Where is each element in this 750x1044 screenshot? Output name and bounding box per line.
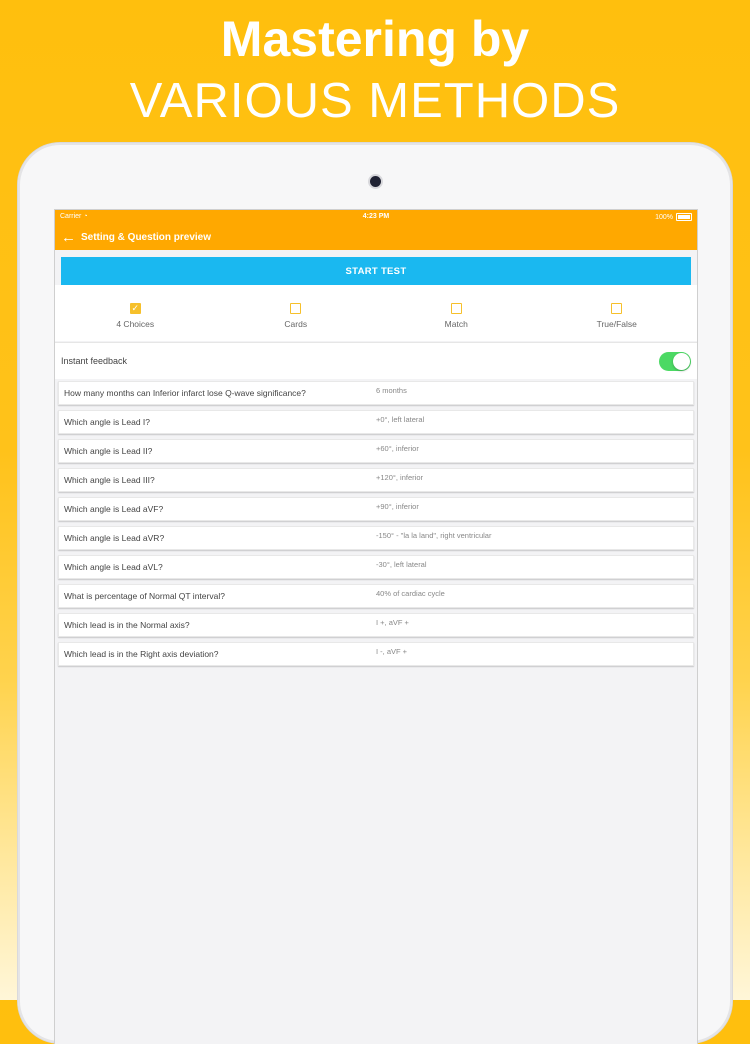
answer-text: I -, aVF +	[376, 647, 408, 656]
tablet-frame: Carrier ◔ 4:23 PM 100% ← Setting & Quest…	[18, 143, 732, 1044]
answer-text: I +, aVF +	[376, 618, 409, 627]
answer-text: +90°, inferior	[376, 502, 419, 511]
question-row[interactable]: Which angle is Lead III? +120°, inferior	[58, 468, 694, 492]
question-row[interactable]: Which lead is in the Right axis deviatio…	[58, 642, 694, 666]
checkbox-icon[interactable]	[611, 303, 623, 314]
checkbox-icon[interactable]	[290, 303, 302, 314]
question-text: Which angle is Lead aVF?	[64, 504, 164, 514]
answer-text: -150° - "la la land", right ventricular	[376, 531, 492, 540]
mode-4-choices[interactable]: ✓ 4 Choices	[55, 285, 216, 341]
question-text: Which angle is Lead II?	[64, 446, 153, 456]
question-text: Which lead is in the Normal axis?	[64, 620, 190, 630]
question-text: Which angle is Lead aVL?	[64, 562, 163, 572]
mode-cards[interactable]: Cards	[216, 285, 377, 341]
checkbox-icon[interactable]	[450, 303, 462, 314]
instant-feedback-toggle[interactable]	[659, 351, 691, 371]
question-text: What is percentage of Normal QT interval…	[64, 591, 225, 601]
start-test-button[interactable]: START TEST	[61, 257, 691, 285]
status-bar: Carrier ◔ 4:23 PM 100%	[55, 210, 697, 224]
question-row[interactable]: How many months can Inferior infarct los…	[58, 381, 694, 405]
question-row[interactable]: What is percentage of Normal QT interval…	[58, 584, 694, 608]
nav-bar: ← Setting & Question preview	[55, 224, 697, 250]
battery-icon	[676, 213, 692, 221]
mode-true-false[interactable]: True/False	[537, 285, 698, 341]
status-time: 4:23 PM	[362, 213, 390, 220]
answer-text: -30°, left lateral	[376, 560, 427, 569]
headline-line-2: VARIOUS METHODS	[129, 74, 621, 128]
question-row[interactable]: Which angle is Lead aVF? +90°, inferior	[58, 497, 694, 521]
question-text: Which angle is Lead III?	[64, 475, 155, 485]
question-text: Which angle is Lead aVR?	[64, 533, 165, 543]
answer-text: +0°, left lateral	[376, 415, 425, 424]
question-row[interactable]: Which angle is Lead aVR? -150° - "la la l…	[58, 526, 694, 550]
mode-match[interactable]: Match	[376, 285, 537, 341]
toggle-knob	[673, 352, 690, 370]
nav-title: Setting & Question preview	[81, 231, 212, 243]
question-row[interactable]: Which angle is Lead aVL? -30°, left later…	[58, 555, 694, 579]
app-screen: Carrier ◔ 4:23 PM 100% ← Setting & Quest…	[54, 209, 698, 1044]
headline-line-1: Mastering by	[220, 11, 530, 67]
question-text: Which lead is in the Right axis deviatio…	[64, 649, 219, 659]
mode-selector: ✓ 4 Choices Cards Match True/False	[55, 285, 697, 341]
answer-text: 40% of cardiac cycle	[376, 589, 445, 598]
arrow-left-icon[interactable]: ←	[61, 230, 76, 245]
answer-text: 6 months	[376, 386, 407, 395]
camera-icon	[370, 176, 381, 187]
question-list: How many months can Inferior infarct los…	[55, 381, 697, 666]
question-row[interactable]: Which angle is Lead II? +60°, inferior	[58, 439, 694, 463]
checkbox-checked-icon[interactable]: ✓	[129, 303, 141, 314]
question-row[interactable]: Which lead is in the Normal axis? I +, aV…	[58, 613, 694, 637]
mode-label: 4 Choices	[116, 319, 155, 329]
answer-text: +120°, inferior	[376, 473, 423, 482]
answer-text: +60°, inferior	[376, 444, 419, 453]
promo-headline: Mastering by VARIOUS METHODS	[0, 8, 750, 132]
mode-label: Cards	[284, 319, 308, 329]
mode-label: True/False	[596, 319, 637, 329]
instant-feedback-row: Instant feedback	[55, 342, 697, 379]
battery-percent: 100%	[655, 213, 673, 221]
question-row[interactable]: Which angle is Lead I? +0°, left lateral	[58, 410, 694, 434]
question-text: How many months can Inferior infarct los…	[64, 388, 306, 398]
instant-feedback-label: Instant feedback	[61, 356, 128, 366]
battery-indicator: 100%	[655, 213, 692, 221]
question-text: Which angle is Lead I?	[64, 417, 150, 427]
mode-label: Match	[444, 319, 468, 329]
